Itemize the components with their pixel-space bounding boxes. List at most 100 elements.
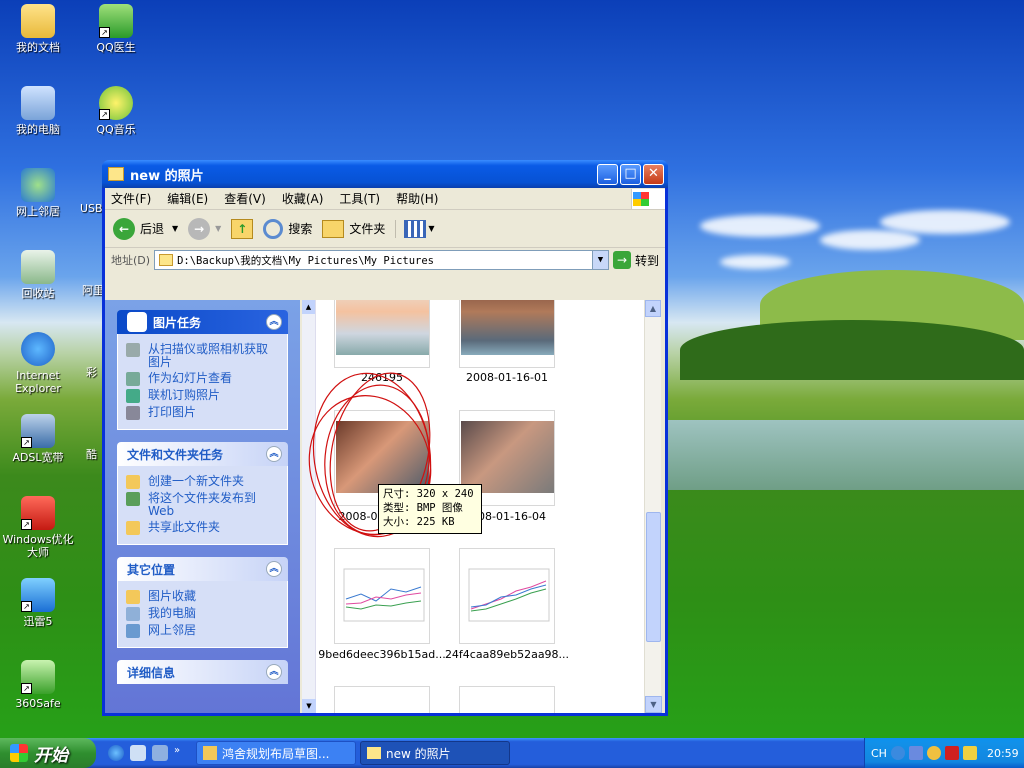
task-print[interactable]: 打印图片 bbox=[126, 406, 279, 420]
task-publish-web[interactable]: 将这个文件夹发布到 Web bbox=[126, 492, 279, 518]
file-view[interactable]: ▲ ▼ 246195 2008-01-16-01 2008-0 08-01-16… bbox=[302, 300, 647, 713]
desktop-icon-recycle-bin[interactable]: 回收站 bbox=[0, 250, 78, 300]
minimize-button[interactable]: _ bbox=[597, 163, 618, 185]
desktop-icon-qq-music[interactable]: ↗ QQ音乐 bbox=[76, 86, 156, 136]
dropdown-arrow-icon[interactable]: ▼ bbox=[215, 224, 221, 233]
back-button[interactable]: ← 后退 ▼ bbox=[113, 217, 178, 240]
collapse-chevron-icon[interactable]: ︽ bbox=[266, 664, 282, 680]
scroll-down-arrow-icon[interactable]: ▼ bbox=[645, 696, 662, 713]
windows-flag-icon bbox=[10, 744, 28, 762]
desktop-icon-my-computer[interactable]: 我的电脑 bbox=[0, 86, 78, 136]
menu-file[interactable]: 文件(F) bbox=[111, 190, 151, 207]
warning-tray-icon[interactable] bbox=[962, 746, 977, 760]
menu-help[interactable]: 帮助(H) bbox=[396, 190, 438, 207]
panel-header[interactable]: 文件和文件夹任务 ︽ bbox=[117, 442, 288, 466]
panel-header[interactable]: 其它位置 ︽ bbox=[117, 557, 288, 581]
go-button[interactable]: → 转到 bbox=[612, 251, 659, 269]
dropdown-arrow-icon[interactable]: ▼ bbox=[172, 224, 178, 233]
windows-optimizer-icon: ↗ bbox=[21, 496, 55, 530]
place-my-pictures[interactable]: 图片收藏 bbox=[126, 590, 279, 604]
help-icon[interactable] bbox=[890, 746, 905, 760]
icon-label: Windows优化大师 bbox=[2, 533, 74, 559]
tooltip-type: 类型: BMP 图像 bbox=[383, 502, 463, 514]
search-button[interactable]: 搜索 bbox=[263, 218, 312, 239]
partial-icon-label[interactable]: USB bbox=[80, 202, 103, 215]
qq-tray-icon[interactable] bbox=[926, 746, 941, 760]
show-desktop-icon[interactable] bbox=[130, 745, 146, 761]
menu-tools[interactable]: 工具(T) bbox=[339, 190, 380, 207]
task-share-folder[interactable]: 共享此文件夹 bbox=[126, 521, 279, 535]
photo-image bbox=[461, 300, 554, 355]
address-value: D:\Backup\我的文档\My Pictures\My Pictures bbox=[177, 254, 434, 267]
file-thumbnail[interactable] bbox=[334, 686, 430, 713]
desktop-icon-360safe[interactable]: ↗ 360Safe bbox=[0, 660, 78, 710]
panel-header[interactable]: 图片任务 ︽ bbox=[117, 310, 288, 334]
panel-header[interactable]: 详细信息 ︽ bbox=[117, 660, 288, 684]
menu-view[interactable]: 查看(V) bbox=[224, 190, 266, 207]
close-button[interactable]: ✕ bbox=[643, 163, 664, 185]
network-tray-icon[interactable] bbox=[908, 746, 923, 760]
chart-thumbnail-image bbox=[336, 697, 429, 713]
language-indicator[interactable]: CH bbox=[871, 747, 887, 760]
address-dropdown-icon[interactable]: ▼ bbox=[591, 251, 608, 269]
maximize-button[interactable]: □ bbox=[620, 163, 641, 185]
panel-title: 详细信息 bbox=[127, 665, 176, 680]
task-label: 共享此文件夹 bbox=[148, 520, 221, 534]
desktop-icon-qq-doctor[interactable]: ↗ QQ医生 bbox=[76, 4, 156, 54]
file-thumbnail[interactable] bbox=[459, 686, 555, 713]
collapse-chevron-icon[interactable]: ︽ bbox=[266, 446, 282, 462]
scroll-up-arrow-icon[interactable]: ▲ bbox=[645, 300, 661, 317]
scroll-up-arrow-icon[interactable]: ▲ bbox=[302, 300, 315, 314]
menu-edit[interactable]: 编辑(E) bbox=[167, 190, 208, 207]
desktop-icon-adsl[interactable]: ↗ ADSL宽带 bbox=[0, 414, 78, 464]
taskbar-button-photos[interactable]: new 的照片 bbox=[360, 741, 510, 765]
antivirus-tray-icon[interactable] bbox=[944, 746, 959, 760]
vertical-scrollbar[interactable]: ▲ ▼ bbox=[644, 300, 662, 713]
file-thumbnail[interactable] bbox=[459, 300, 555, 368]
place-my-computer[interactable]: 我的电脑 bbox=[126, 607, 279, 621]
scrollbar-thumb[interactable] bbox=[646, 512, 661, 642]
desktop-icon-network-places[interactable]: 网上邻居 bbox=[0, 168, 78, 218]
folders-button[interactable]: 文件夹 bbox=[322, 219, 385, 238]
task-get-pictures[interactable]: 从扫描仪或照相机获取图片 bbox=[126, 343, 279, 369]
up-folder-button[interactable]: ↑ bbox=[231, 218, 254, 239]
taskbar-button-drawing[interactable]: 鸿舍规划布局草图... bbox=[196, 741, 356, 765]
menu-favorites[interactable]: 收藏(A) bbox=[282, 190, 324, 207]
toolbar: ← 后退 ▼ → ▼ ↑ 搜索 文件夹 ▼ bbox=[105, 210, 665, 248]
forward-button[interactable]: → ▼ bbox=[188, 217, 221, 240]
panel-title: 其它位置 bbox=[127, 562, 176, 577]
icon-label: 我的电脑 bbox=[16, 123, 60, 136]
qq-music-icon: ↗ bbox=[99, 86, 133, 120]
desktop-icon-windows-optimizer[interactable]: ↗ Windows优化大师 bbox=[0, 496, 78, 559]
task-label: 从扫描仪或照相机获取图片 bbox=[148, 342, 269, 369]
icon-label: Internet Explorer bbox=[15, 369, 61, 395]
file-thumbnail[interactable] bbox=[334, 300, 430, 368]
internet-explorer-icon bbox=[21, 332, 55, 366]
globe-icon bbox=[126, 389, 140, 403]
title-bar[interactable]: new 的照片 _ □ ✕ bbox=[102, 160, 668, 188]
address-bar: 地址(D) D:\Backup\我的文档\My Pictures\My Pict… bbox=[105, 248, 665, 272]
desktop-icon-internet-explorer[interactable]: Internet Explorer bbox=[0, 332, 78, 395]
explorer-window[interactable]: new 的照片 _ □ ✕ 文件(F) 编辑(E) 查看(V) 收藏(A) 工具… bbox=[102, 160, 668, 716]
partial-icon-label[interactable]: 阿里 bbox=[82, 284, 104, 297]
collapse-chevron-icon[interactable]: ︽ bbox=[266, 561, 282, 577]
document-icon bbox=[203, 746, 217, 760]
place-network[interactable]: 网上邻居 bbox=[126, 624, 279, 638]
task-order-prints[interactable]: 联机订购照片 bbox=[126, 389, 279, 403]
ie-quicklaunch-icon[interactable] bbox=[108, 745, 124, 761]
task-new-folder[interactable]: 创建一个新文件夹 bbox=[126, 475, 279, 489]
desktop-icon-my-documents[interactable]: 我的文档 bbox=[0, 4, 78, 54]
share-folder-icon bbox=[126, 521, 140, 535]
views-button[interactable]: ▼ bbox=[395, 219, 435, 238]
collapse-chevron-icon[interactable]: ︽ bbox=[266, 314, 282, 330]
task-slideshow[interactable]: 作为幻灯片查看 bbox=[126, 372, 279, 386]
desktop-icon-thunder[interactable]: ↗ 迅雷5 bbox=[0, 578, 78, 628]
start-button[interactable]: 开始 bbox=[0, 738, 96, 768]
clock[interactable]: 20:59 bbox=[987, 747, 1019, 760]
more-chevron-icon[interactable]: » bbox=[174, 745, 184, 761]
printer-icon bbox=[126, 406, 140, 420]
media-player-icon[interactable] bbox=[152, 745, 168, 761]
scroll-down-arrow-icon[interactable]: ▼ bbox=[302, 699, 316, 713]
scanner-icon bbox=[126, 343, 140, 357]
address-input[interactable]: D:\Backup\我的文档\My Pictures\My Pictures ▼ bbox=[154, 250, 609, 270]
